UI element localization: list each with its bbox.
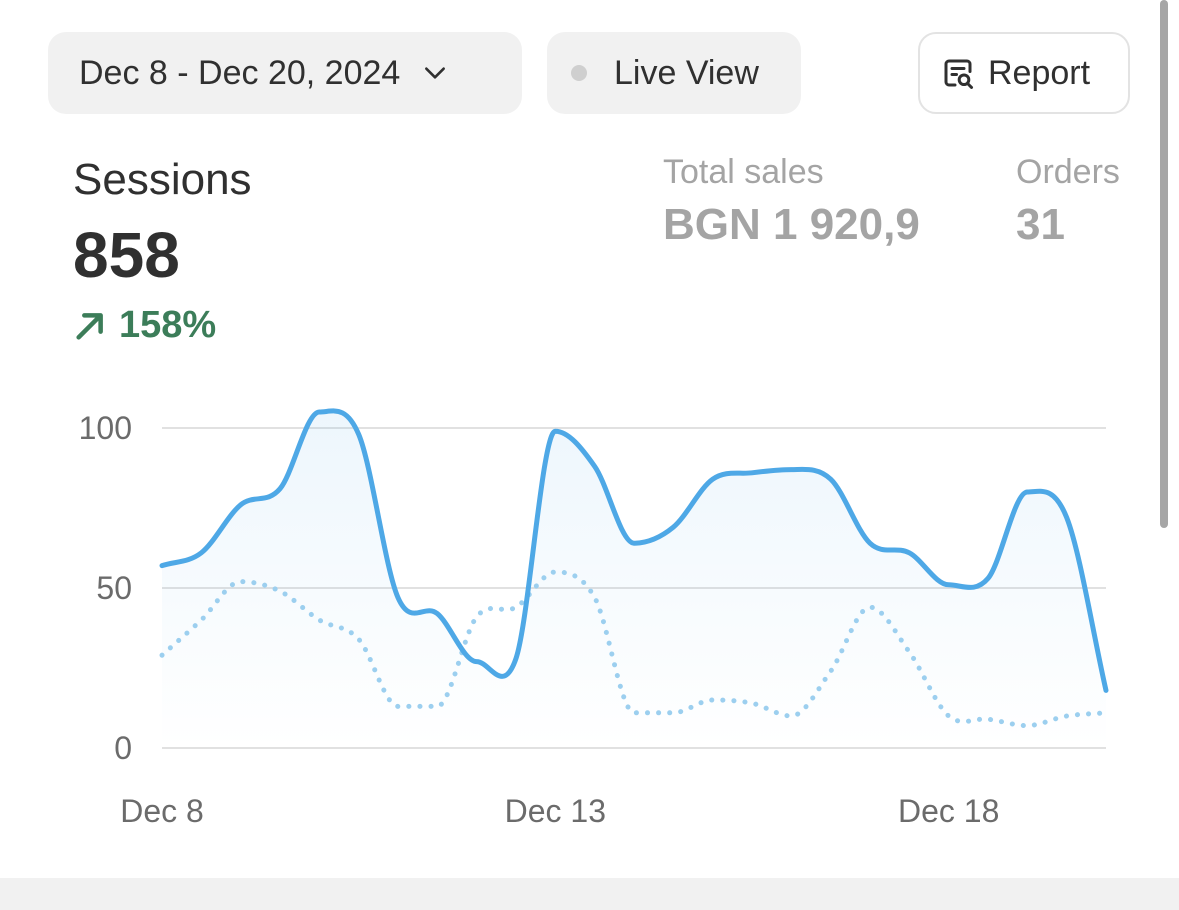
y-tick-label: 0 — [114, 730, 132, 766]
x-tick-label: Dec 13 — [505, 793, 606, 829]
sessions-chart: 0 50 100 Dec 8 Dec 13 Dec 18 — [79, 408, 1109, 829]
report-button[interactable]: Report — [918, 32, 1130, 114]
live-view-button[interactable]: Live View — [547, 32, 801, 114]
orders-label[interactable]: Orders — [1016, 153, 1120, 192]
y-tick-label: 50 — [96, 570, 132, 606]
live-view-label: Live View — [614, 53, 759, 92]
sessions-label: Sessions — [73, 155, 252, 204]
report-label: Report — [988, 53, 1091, 92]
sessions-area-fill — [162, 410, 1106, 748]
sessions-change-value: 158% — [119, 304, 217, 346]
sessions-value: 858 — [73, 219, 180, 291]
arrow-up-right-icon — [76, 312, 103, 340]
total-sales-label[interactable]: Total sales — [663, 153, 824, 192]
chevron-down-icon — [425, 67, 446, 79]
date-range-picker[interactable]: Dec 8 - Dec 20, 2024 — [48, 32, 522, 114]
y-tick-label: 100 — [79, 410, 132, 446]
orders-value: 31 — [1016, 200, 1065, 249]
report-search-icon — [944, 59, 973, 89]
bottom-panel-edge — [0, 878, 1179, 910]
date-range-label: Dec 8 - Dec 20, 2024 — [79, 53, 401, 92]
sessions-change: 158% — [73, 304, 216, 347]
x-tick-label: Dec 18 — [898, 793, 999, 829]
status-dot-icon — [571, 65, 587, 81]
scrollbar[interactable] — [1160, 0, 1168, 528]
total-sales-value: BGN 1 920,9 — [663, 200, 920, 249]
x-tick-label: Dec 8 — [120, 793, 204, 829]
